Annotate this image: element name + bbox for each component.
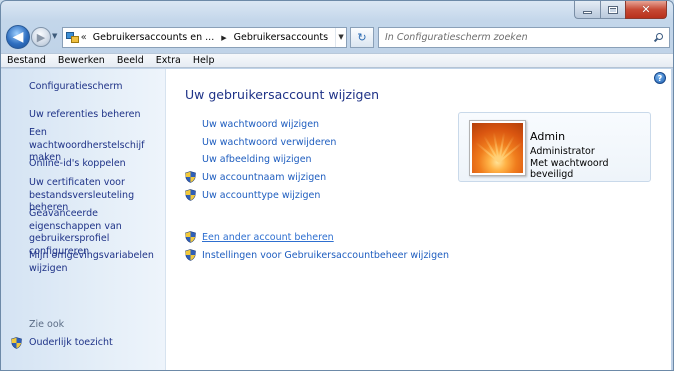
password-status: Met wachtwoord beveiligd	[530, 158, 609, 180]
uac-shield-icon	[11, 337, 22, 349]
content-area: Configuratiescherm Uw referenties behere…	[1, 69, 671, 370]
navigation-bar: ◀ ▶ ▼ « Gebruikersaccounts en ... ▶ Gebr…	[1, 23, 673, 51]
recent-pages-dropdown[interactable]: ▼	[52, 32, 60, 40]
flower-picture-icon	[472, 123, 523, 173]
address-bar[interactable]: « Gebruikersaccounts en ... ▶ Gebruikers…	[62, 27, 347, 48]
account-name: Admin	[530, 130, 566, 143]
manage-credentials-link[interactable]: Uw referenties beheren	[29, 109, 164, 122]
maximize-icon	[608, 5, 618, 14]
change-account-type-link[interactable]: Uw accounttype wijzigen	[202, 190, 320, 201]
search-input[interactable]: In Configuratiescherm zoeken	[378, 27, 670, 48]
search-placeholder: In Configuratiescherm zoeken	[385, 32, 528, 43]
change-picture-link[interactable]: Uw afbeelding wijzigen	[202, 154, 312, 165]
account-card: Admin Administrator Met wachtwoord bevei…	[458, 112, 651, 182]
environment-variables-link[interactable]: Mijn omgevingsvariabelen wijzigen	[29, 250, 164, 275]
overflow-chevron-icon[interactable]: «	[81, 32, 87, 43]
close-button[interactable]: ✕	[625, 1, 667, 19]
uac-settings-link[interactable]: Instellingen voor Gebruikersaccountbehee…	[202, 250, 449, 261]
uac-shield-icon	[185, 231, 196, 243]
control-panel-icon	[66, 31, 79, 44]
uac-shield-icon	[185, 171, 196, 183]
breadcrumb-user-accounts-and-family[interactable]: Gebruikersaccounts en ...	[93, 32, 214, 43]
control-panel-home-link[interactable]: Configuratiescherm	[29, 81, 122, 92]
refresh-icon: ↻	[357, 31, 367, 44]
menu-tools[interactable]: Extra	[156, 55, 181, 66]
remove-password-link[interactable]: Uw wachtwoord verwijderen	[202, 137, 336, 148]
manage-other-account-link[interactable]: Een ander account beheren	[202, 232, 334, 243]
back-button[interactable]: ◀	[6, 25, 30, 49]
close-icon: ✕	[641, 3, 651, 16]
breadcrumb-user-accounts[interactable]: Gebruikersaccounts	[234, 32, 328, 43]
maximize-button[interactable]	[600, 1, 625, 19]
breadcrumb-separator-icon[interactable]: ▶	[221, 34, 226, 42]
refresh-button[interactable]: ↻	[350, 27, 374, 48]
parental-controls-link[interactable]: Ouderlijk toezicht	[29, 337, 113, 348]
menu-bar: Bestand Bewerken Beeld Extra Help	[1, 53, 673, 68]
forward-arrow-icon: ▶	[36, 30, 46, 44]
see-also-heading: Zie ook	[29, 319, 65, 330]
minimize-icon	[583, 10, 592, 14]
back-arrow-icon: ◀	[12, 29, 24, 45]
task-pane: Configuratiescherm Uw referenties behere…	[1, 69, 166, 370]
explorer-window: ✕ ◀ ▶ ▼ « Gebruikersaccounts en ... ▶ Ge…	[0, 0, 674, 371]
caption-buttons: ✕	[574, 1, 667, 19]
change-password-link[interactable]: Uw wachtwoord wijzigen	[202, 119, 319, 130]
minimize-button[interactable]	[574, 1, 600, 19]
avatar	[469, 120, 526, 176]
forward-button[interactable]: ▶	[31, 27, 51, 47]
change-account-name-link[interactable]: Uw accountnaam wijzigen	[202, 172, 326, 183]
account-type: Administrator	[530, 146, 595, 157]
address-dropdown-icon[interactable]: ▼	[335, 28, 346, 47]
menu-file[interactable]: Bestand	[7, 55, 46, 66]
uac-shield-icon	[185, 249, 196, 261]
uac-shield-icon	[185, 189, 196, 201]
page-title: Uw gebruikersaccount wijzigen	[185, 87, 380, 102]
link-online-ids-link[interactable]: Online-id's koppelen	[29, 158, 164, 171]
menu-edit[interactable]: Bewerken	[58, 55, 105, 66]
search-icon[interactable]	[653, 32, 664, 43]
menu-view[interactable]: Beeld	[117, 55, 144, 66]
help-icon[interactable]: ?	[654, 72, 666, 84]
menu-help[interactable]: Help	[193, 55, 215, 66]
